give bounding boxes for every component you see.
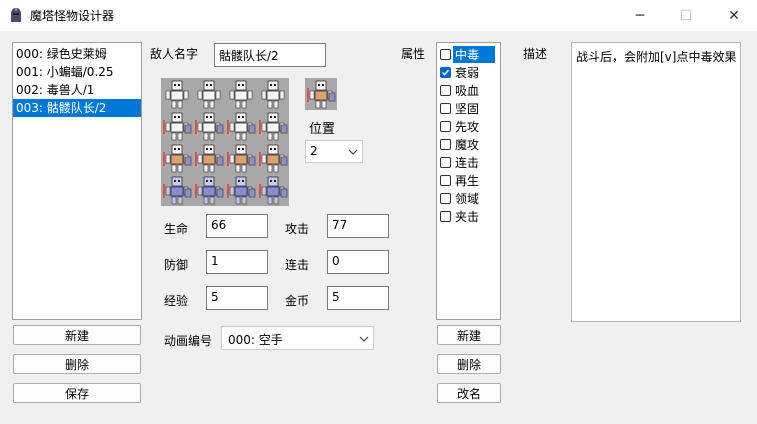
attribute-label: 再生: [455, 173, 480, 188]
maximize-icon: ☐: [679, 7, 693, 24]
chevron-down-icon: [348, 149, 358, 155]
list-item[interactable]: 001: 小蝙蝠/0.25: [13, 63, 141, 81]
checkbox[interactable]: [440, 66, 451, 78]
attribute-item[interactable]: 夹击: [437, 207, 500, 225]
description-text: 战斗后，会附加[v]点中毒效果: [576, 50, 737, 64]
checkbox[interactable]: [440, 174, 451, 186]
attribute-delete-button[interactable]: 删除: [437, 354, 501, 374]
knight-helmet-icon: [11, 8, 21, 22]
exp-label: 经验: [164, 294, 189, 308]
attribute-item[interactable]: 魔攻: [437, 135, 500, 153]
attribute-label: 衰弱: [455, 65, 480, 80]
chevron-down-icon: [359, 336, 369, 342]
attribute-new-button[interactable]: 新建: [437, 325, 501, 345]
attribute-item[interactable]: 先攻: [437, 117, 500, 135]
minimize-icon: ─: [635, 7, 645, 24]
attribute-label: 坚固: [455, 101, 480, 116]
sprite-preview: [305, 78, 337, 110]
hp-input[interactable]: 66: [206, 214, 268, 238]
defense-label: 防御: [164, 258, 189, 272]
attribute-label: 魔攻: [455, 137, 480, 152]
monster-new-button[interactable]: 新建: [13, 325, 141, 345]
checkbox[interactable]: [440, 192, 451, 204]
combo-input[interactable]: 0: [327, 250, 389, 274]
attribute-item[interactable]: 吸血: [437, 81, 500, 99]
checkbox[interactable]: [440, 102, 451, 114]
attack-input[interactable]: 77: [327, 214, 389, 238]
checkbox[interactable]: [440, 120, 451, 132]
maximize-button[interactable]: ☐: [663, 0, 709, 31]
enemy-name-input[interactable]: 骷髅队长/2: [214, 43, 326, 67]
attribute-label: 领域: [455, 191, 480, 206]
attribute-item[interactable]: 领域: [437, 189, 500, 207]
position-value: 2: [310, 144, 318, 158]
close-button[interactable]: ✕: [711, 0, 757, 31]
title-bar: 魔塔怪物设计器 ─ ☐ ✕: [0, 0, 757, 31]
close-icon: ✕: [728, 7, 740, 24]
attribute-item[interactable]: 衰弱: [437, 63, 500, 81]
hp-label: 生命: [164, 222, 189, 236]
gold-label: 金币: [285, 294, 310, 308]
checkbox[interactable]: [440, 210, 451, 222]
attributes-label: 属性: [401, 47, 426, 61]
minimize-button[interactable]: ─: [617, 0, 663, 31]
enemy-name-label: 敌人名字: [150, 47, 199, 61]
description-label: 描述: [523, 47, 548, 61]
attribute-label: 先攻: [455, 119, 480, 134]
checkbox[interactable]: [440, 84, 451, 96]
checkbox[interactable]: [440, 48, 451, 60]
gold-input[interactable]: 5: [327, 286, 389, 310]
attributes-list[interactable]: 中毒衰弱吸血坚固先攻魔攻连击再生领域夹击: [436, 42, 501, 320]
attribute-label: 吸血: [455, 83, 480, 98]
attribute-item[interactable]: 再生: [437, 171, 500, 189]
sprite-sheet[interactable]: [161, 78, 289, 206]
check-icon: [442, 69, 450, 76]
list-item-selected[interactable]: 003: 骷髅队长/2: [13, 99, 141, 117]
attack-label: 攻击: [285, 222, 310, 236]
animation-value: 000: 空手: [228, 333, 283, 347]
combo-label: 连击: [285, 258, 310, 272]
attribute-item[interactable]: 中毒: [437, 45, 500, 63]
checkbox[interactable]: [440, 156, 451, 168]
position-label: 位置: [309, 122, 336, 137]
attribute-item[interactable]: 坚固: [437, 99, 500, 117]
defense-input[interactable]: 1: [206, 250, 268, 274]
list-item[interactable]: 000: 绿色史莱姆: [13, 45, 141, 63]
description-textarea[interactable]: 战斗后，会附加[v]点中毒效果: [571, 42, 741, 322]
position-select[interactable]: 2: [305, 140, 363, 163]
attribute-label: 连击: [455, 155, 480, 170]
attribute-label: 中毒: [453, 45, 496, 63]
animation-label: 动画编号: [164, 334, 213, 348]
checkbox[interactable]: [440, 138, 451, 150]
animation-select[interactable]: 000: 空手: [221, 326, 374, 350]
attribute-item[interactable]: 连击: [437, 153, 500, 171]
list-item[interactable]: 002: 毒兽人/1: [13, 81, 141, 99]
window-title: 魔塔怪物设计器: [30, 9, 115, 23]
monster-list[interactable]: 000: 绿色史莱姆 001: 小蝙蝠/0.25 002: 毒兽人/1 003:…: [12, 42, 142, 320]
monster-delete-button[interactable]: 删除: [13, 354, 141, 374]
attribute-rename-button[interactable]: 改名: [437, 383, 501, 403]
monster-save-button[interactable]: 保存: [13, 383, 141, 403]
attribute-label: 夹击: [455, 209, 480, 224]
exp-input[interactable]: 5: [206, 286, 268, 310]
